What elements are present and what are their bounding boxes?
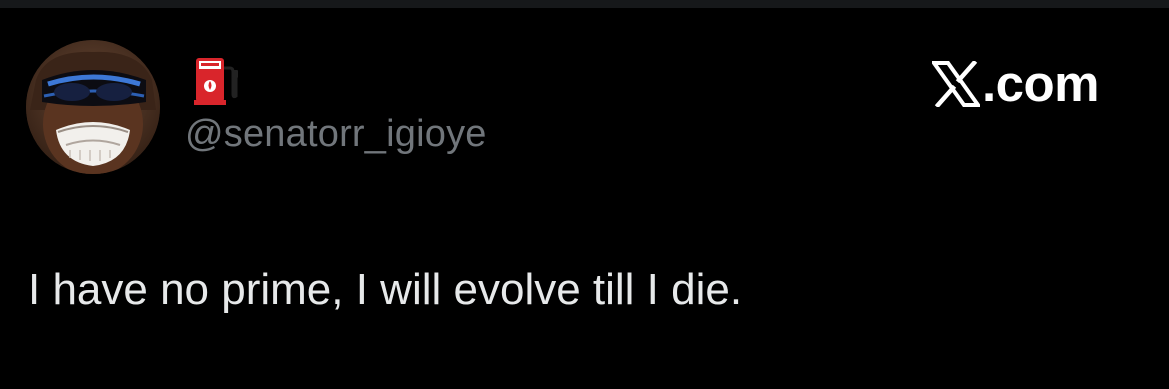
brand-domain-suffix: .com xyxy=(982,55,1100,112)
tweet-text: I have no prime, I will evolve till I di… xyxy=(28,265,743,314)
avatar-image xyxy=(26,40,160,174)
avatar[interactable] xyxy=(26,40,160,174)
brand-watermark: .com xyxy=(932,54,1100,114)
fuel-pump-icon xyxy=(190,50,240,106)
x-logo-icon xyxy=(932,61,980,107)
top-divider xyxy=(0,0,1169,8)
author-handle[interactable]: @senatorr_igioye xyxy=(185,112,487,156)
